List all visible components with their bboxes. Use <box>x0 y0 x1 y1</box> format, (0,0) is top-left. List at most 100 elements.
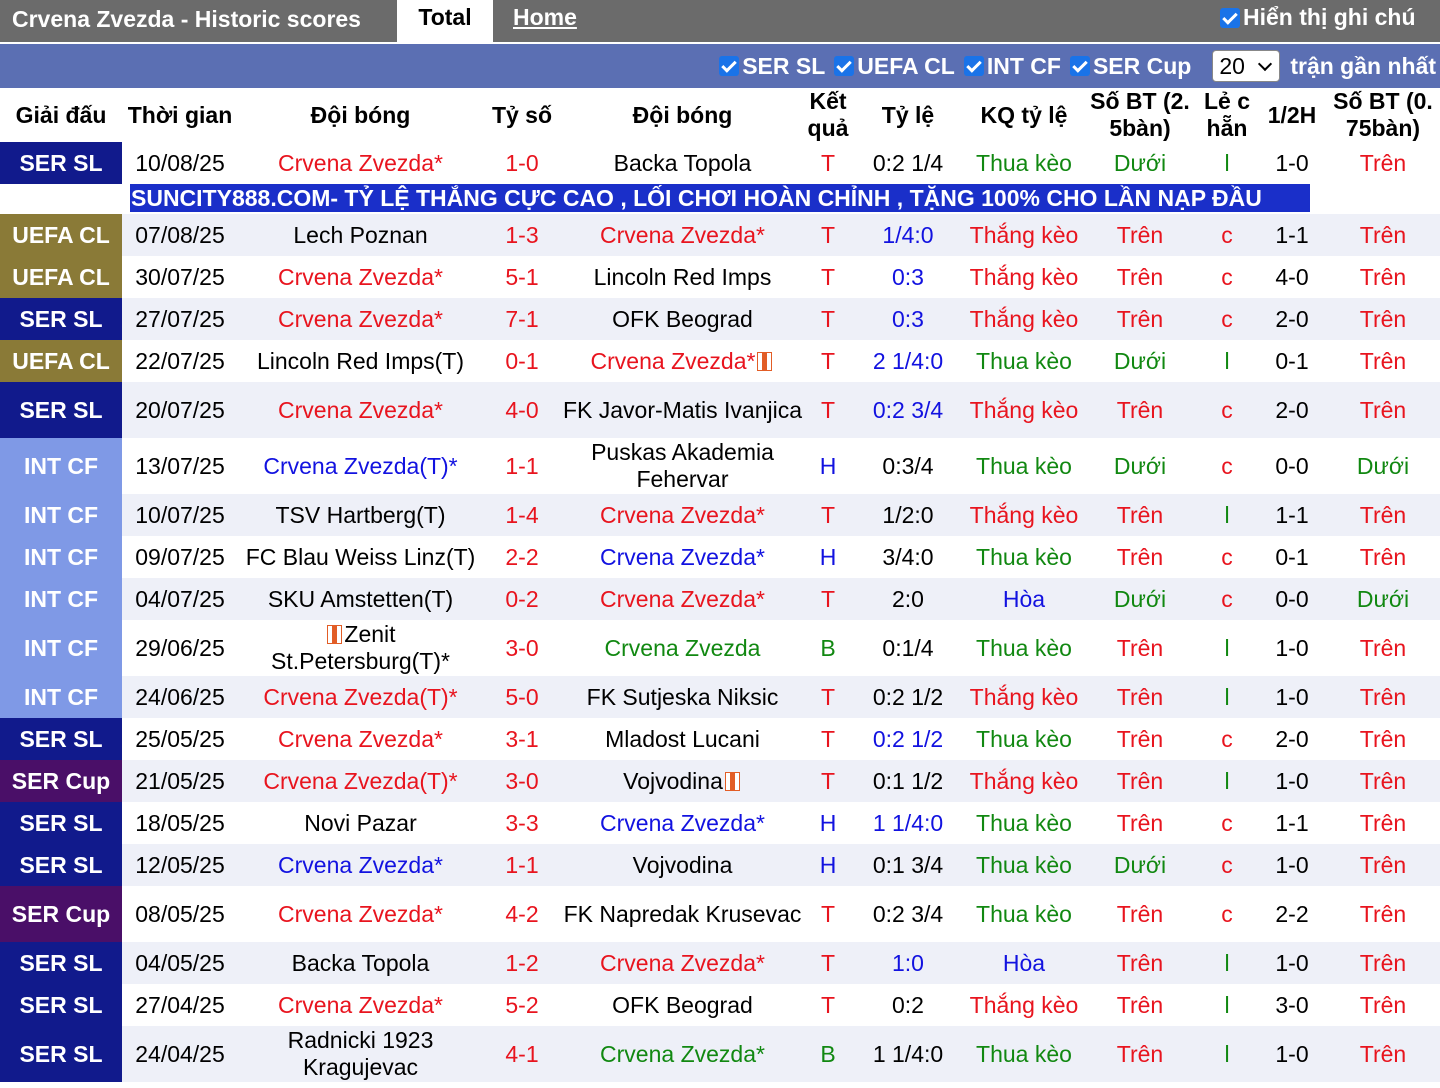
column-header[interactable]: Tỷ số <box>483 88 561 142</box>
table-row[interactable]: SER Cup 21/05/25 Crvena Zvezda(T)* 3-0 Vojvo… <box>0 760 1440 802</box>
team-home-text[interactable]: Backa Topola <box>292 950 430 976</box>
column-header[interactable]: Đội bóng <box>238 88 483 142</box>
table-row[interactable]: INT CF 13/07/25 Crvena Zvezda(T)* 1-1 Puskas… <box>0 438 1440 494</box>
team-away-text[interactable]: OFK Beograd <box>612 306 753 332</box>
filter-int-cf[interactable]: INT CF <box>963 53 1061 80</box>
column-header[interactable]: Số BT (2. 5bàn) <box>1084 88 1196 142</box>
team-away-text[interactable]: OFK Beograd <box>612 992 753 1018</box>
table-row[interactable]: INT CF 10/07/25 TSV Hartberg(T) 1-4 Crvena Z… <box>0 494 1440 536</box>
score-text[interactable]: 1-2 <box>505 950 538 976</box>
score-text[interactable]: 0-2 <box>505 586 538 612</box>
score-text[interactable]: 1-0 <box>505 150 538 176</box>
column-header[interactable]: Tỷ lệ <box>852 88 964 142</box>
team-home-text[interactable]: FC Blau Weiss Linz(T) <box>246 544 476 570</box>
team-home-text[interactable]: Crvena Zvezda(T)* <box>263 768 457 794</box>
score-text[interactable]: 1-4 <box>505 502 538 528</box>
team-away-text[interactable]: Crvena Zvezda* <box>600 544 765 570</box>
team-home-text[interactable]: Crvena Zvezda* <box>278 264 443 290</box>
team-home-text[interactable]: Crvena Zvezda(T)* <box>263 453 457 479</box>
column-header[interactable]: Kết quả <box>804 88 852 142</box>
match-count-select[interactable]: 20 <box>1212 50 1281 82</box>
team-away-text[interactable]: Crvena Zvezda* <box>600 222 765 248</box>
filter-ser-sl[interactable]: SER SL <box>719 53 825 80</box>
team-away-text[interactable]: Crvena Zvezda <box>605 635 761 661</box>
team-home-text[interactable]: Lech Poznan <box>293 222 427 248</box>
table-row[interactable]: SER Cup 08/05/25 Crvena Zvezda* 4-2 FK Napre… <box>0 886 1440 942</box>
table-row[interactable]: SER SL 12/05/25 Crvena Zvezda* 1-1 Vojvodina… <box>0 844 1440 886</box>
table-row[interactable]: SER SL 04/05/25 Backa Topola 1-2 Crvena Zvez… <box>0 942 1440 984</box>
score-text[interactable]: 5-1 <box>505 264 538 290</box>
table-row[interactable]: UEFA CL 07/08/25 Lech Poznan 1-3 Crvena Zvez… <box>0 214 1440 256</box>
score-text[interactable]: 1-3 <box>505 222 538 248</box>
table-row[interactable]: SER SL 25/05/25 Crvena Zvezda* 3-1 Mladost L… <box>0 718 1440 760</box>
team-away-text[interactable]: Crvena Zvezda* <box>600 810 765 836</box>
checkbox-checked-icon[interactable] <box>1069 56 1090 76</box>
team-away-text[interactable]: Vojvodina <box>623 768 723 794</box>
team-home-text[interactable]: Crvena Zvezda* <box>278 306 443 332</box>
score-text[interactable]: 1-1 <box>505 852 538 878</box>
column-header[interactable]: 1/2H <box>1258 88 1326 142</box>
team-home-text[interactable]: Crvena Zvezda* <box>278 150 443 176</box>
checkbox-checked-icon[interactable] <box>719 56 740 76</box>
score-text[interactable]: 4-0 <box>505 397 538 423</box>
score-text[interactable]: 2-2 <box>505 544 538 570</box>
team-home-text[interactable]: SKU Amstetten(T) <box>268 586 453 612</box>
checkbox-checked-icon[interactable] <box>963 56 984 76</box>
team-home-text[interactable]: Lincoln Red Imps(T) <box>257 348 464 374</box>
show-notes-toggle[interactable]: Hiển thị ghi chú <box>1220 4 1416 31</box>
team-away-text[interactable]: Vojvodina <box>633 852 733 878</box>
score-text[interactable]: 3-0 <box>505 768 538 794</box>
table-row[interactable]: SER SL 10/08/25 Crvena Zvezda* 1-0 Backa Top… <box>0 142 1440 184</box>
score-text[interactable]: 5-0 <box>505 684 538 710</box>
team-home-text[interactable]: Crvena Zvezda* <box>278 992 443 1018</box>
score-text[interactable]: 3-0 <box>505 635 538 661</box>
ad-banner[interactable]: SUNCITY888.COM- TỶ LỆ THẮNG CỰC CAO , LỐ… <box>130 184 1310 212</box>
tab-total[interactable]: Total <box>397 0 493 42</box>
score-text[interactable]: 7-1 <box>505 306 538 332</box>
team-home-text[interactable]: TSV Hartberg(T) <box>276 502 446 528</box>
checkbox-checked-icon[interactable] <box>834 56 855 76</box>
checkbox-checked-icon[interactable] <box>1220 7 1240 28</box>
table-row[interactable]: INT CF 29/06/25 Zenit St.Petersburg(T)* 3-0… <box>0 620 1440 676</box>
team-away-text[interactable]: Backa Topola <box>614 150 752 176</box>
column-header[interactable]: Lẻ c hẵn <box>1196 88 1258 142</box>
team-away-text[interactable]: Crvena Zvezda* <box>600 502 765 528</box>
team-away-text[interactable]: Crvena Zvezda* <box>591 348 756 374</box>
filter-uefa-cl[interactable]: UEFA CL <box>834 53 955 80</box>
team-away-text[interactable]: FK Javor-Matis Ivanjica <box>563 397 802 423</box>
team-home-text[interactable]: Crvena Zvezda* <box>278 901 443 927</box>
filter-ser-cup[interactable]: SER Cup <box>1069 53 1191 80</box>
table-row[interactable]: SER SL 27/04/25 Crvena Zvezda* 5-2 OFK Beogr… <box>0 984 1440 1026</box>
team-home-text[interactable]: Novi Pazar <box>304 810 416 836</box>
table-row[interactable]: INT CF 09/07/25 FC Blau Weiss Linz(T) 2-2 Cr… <box>0 536 1440 578</box>
score-text[interactable]: 4-2 <box>505 901 538 927</box>
table-row[interactable]: INT CF 04/07/25 SKU Amstetten(T) 0-2 Crvena … <box>0 578 1440 620</box>
table-row[interactable]: UEFA CL 30/07/25 Crvena Zvezda* 5-1 Lincoln … <box>0 256 1440 298</box>
team-away-text[interactable]: Crvena Zvezda* <box>600 950 765 976</box>
score-text[interactable]: 1-1 <box>505 453 538 479</box>
table-row[interactable]: SER SL 18/05/25 Novi Pazar 3-3 Crvena Zvezda… <box>0 802 1440 844</box>
team-home-text[interactable]: Crvena Zvezda(T)* <box>263 684 457 710</box>
team-home-text[interactable]: Crvena Zvezda* <box>278 852 443 878</box>
team-home-text[interactable]: Crvena Zvezda* <box>278 397 443 423</box>
team-away-text[interactable]: Mladost Lucani <box>605 726 760 752</box>
column-header[interactable]: Đội bóng <box>561 88 804 142</box>
table-row[interactable]: UEFA CL 22/07/25 Lincoln Red Imps(T) 0-1 Crv… <box>0 340 1440 382</box>
team-away-text[interactable]: Crvena Zvezda* <box>600 586 765 612</box>
score-text[interactable]: 3-1 <box>505 726 538 752</box>
team-home-text[interactable]: Radnicki 1923 Kragujevac <box>288 1027 434 1080</box>
team-home-text[interactable]: Crvena Zvezda* <box>278 726 443 752</box>
column-header[interactable]: KQ tỷ lệ <box>964 88 1084 142</box>
table-row[interactable]: SER SL 24/04/25 Radnicki 1923 Kragujevac 4-… <box>0 1026 1440 1082</box>
score-text[interactable]: 0-1 <box>505 348 538 374</box>
team-away-text[interactable]: Crvena Zvezda* <box>600 1041 765 1067</box>
tab-home[interactable]: Home <box>513 4 577 31</box>
team-away-text[interactable]: Lincoln Red Imps <box>594 264 772 290</box>
table-row[interactable]: SER SL 27/07/25 Crvena Zvezda* 7-1 OFK Beogr… <box>0 298 1440 340</box>
column-header[interactable]: Thời gian <box>122 88 238 142</box>
score-text[interactable]: 3-3 <box>505 810 538 836</box>
table-row[interactable]: SER SL 20/07/25 Crvena Zvezda* 4-0 FK Javor-… <box>0 382 1440 438</box>
table-row[interactable]: INT CF 24/06/25 Crvena Zvezda(T)* 5-0 FK Sut… <box>0 676 1440 718</box>
score-text[interactable]: 5-2 <box>505 992 538 1018</box>
team-away-text[interactable]: FK Napredak Krusevac <box>564 901 802 927</box>
